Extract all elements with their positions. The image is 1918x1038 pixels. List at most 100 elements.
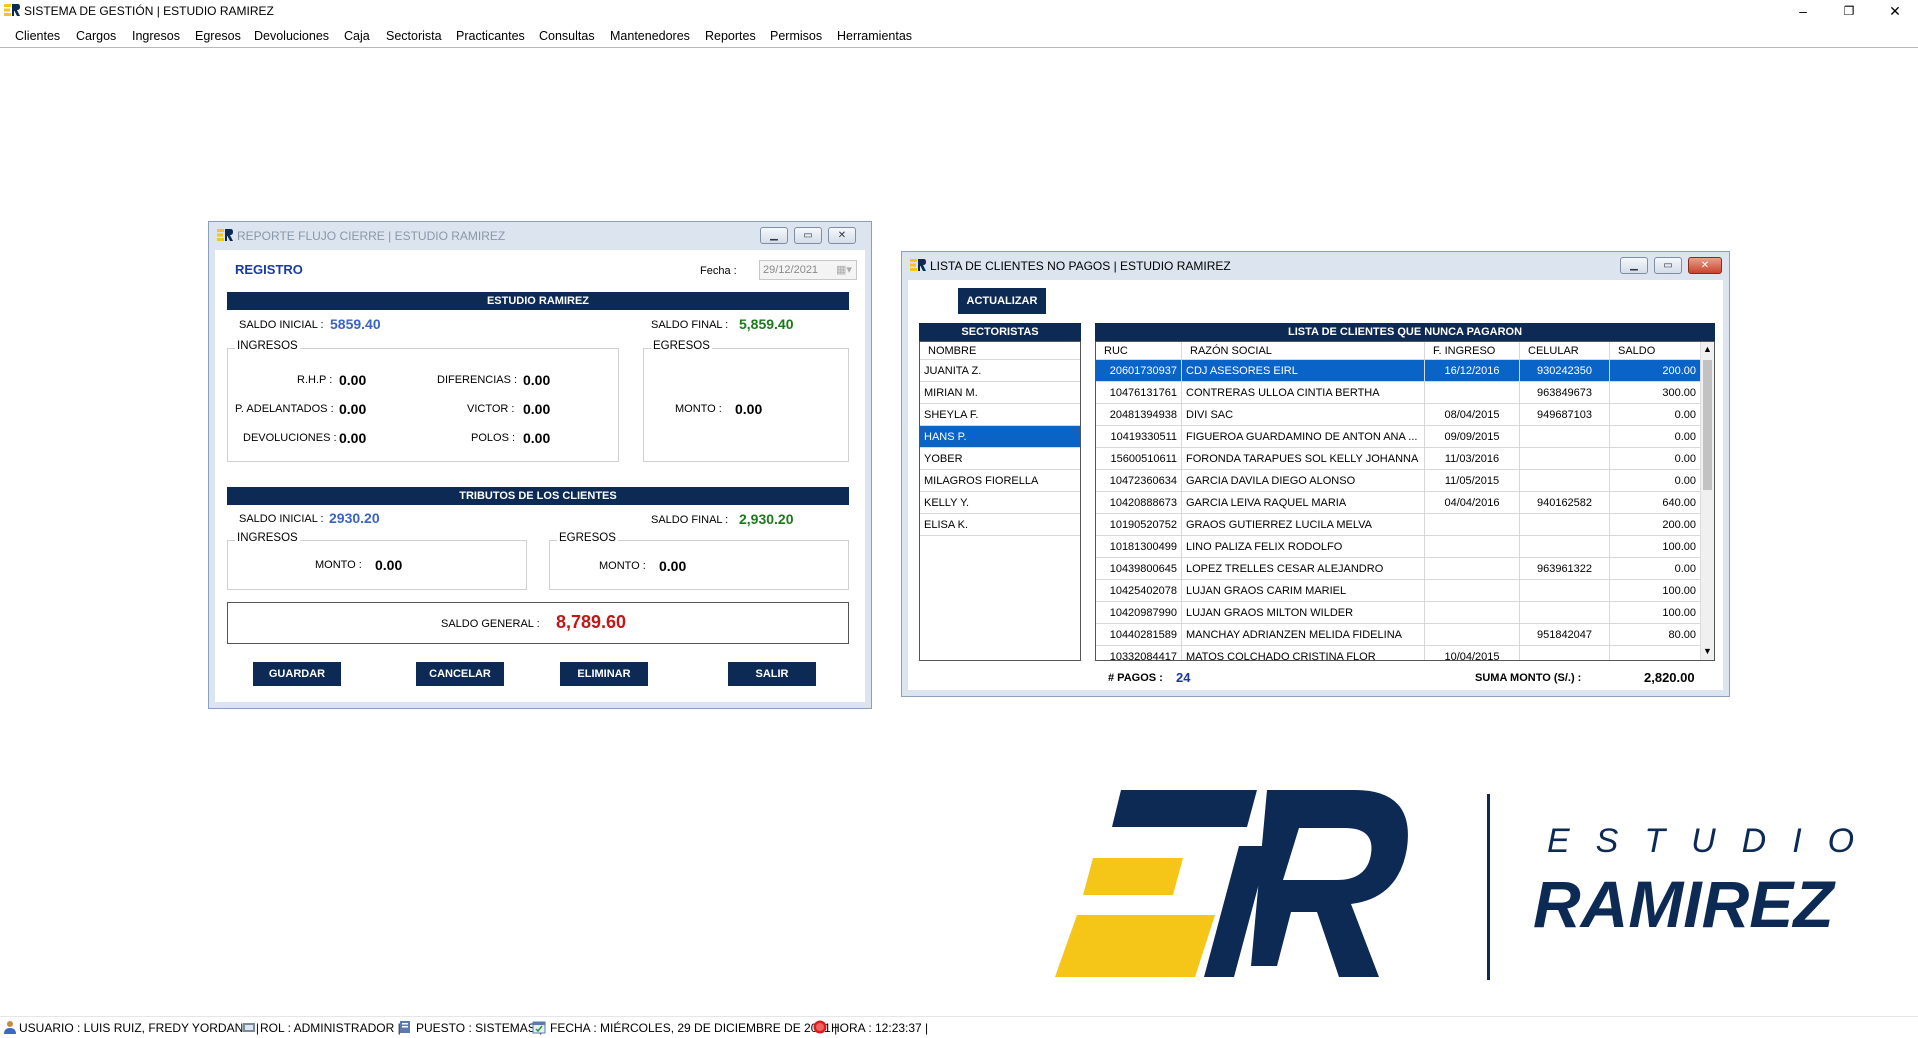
client-row[interactable]: 10181300499 LINO PALIZA FELIX RODOLFO 100.…: [1096, 536, 1700, 558]
pagos-label: # PAGOS :: [1108, 672, 1163, 684]
ruc-cell: 10181300499: [1096, 536, 1182, 558]
minimize-icon[interactable]: –: [1780, 0, 1826, 22]
sectorista-row[interactable]: ELISA K.: [920, 514, 1080, 536]
sectorista-row[interactable]: MIRIAN M.: [920, 382, 1080, 404]
nombre-column-header[interactable]: NOMBRE: [920, 342, 1080, 360]
client-row[interactable]: 10419330511 FIGUEROA GUARDAMINO DE ANTON …: [1096, 426, 1700, 448]
minimize-icon[interactable]: ▁: [1620, 257, 1648, 274]
saldo-general-value: 8,789.60: [556, 612, 627, 632]
status-usuario: USUARIO : LUIS RUIZ, FREDY YORDANO |: [19, 1021, 260, 1035]
menu-cargos[interactable]: Cargos: [72, 27, 120, 45]
maximize-icon[interactable]: ▭: [794, 227, 822, 244]
minimize-icon[interactable]: ▁: [760, 227, 788, 244]
menu-sectorista[interactable]: Sectorista: [382, 27, 446, 45]
f-ingreso-column-header[interactable]: F. INGRESO: [1425, 342, 1520, 360]
saldo-cell: 0.00: [1674, 475, 1696, 487]
celular-column-header[interactable]: CELULAR: [1520, 342, 1610, 360]
menu-devoluciones[interactable]: Devoluciones: [250, 27, 333, 45]
scroll-up-icon[interactable]: ▲: [1703, 344, 1712, 354]
close-icon[interactable]: ✕: [828, 227, 856, 244]
client-row[interactable]: 10472360634 GARCIA DAVILA DIEGO ALONSO 11/…: [1096, 470, 1700, 492]
app-title: SISTEMA DE GESTIÓN | ESTUDIO RAMIREZ: [24, 4, 274, 18]
report-window-caption[interactable]: REPORTE FLUJO CIERRE | ESTUDIO RAMIREZ ▁…: [209, 222, 871, 248]
ruc-cell: 10472360634: [1096, 470, 1182, 492]
tributos-saldo-final-label: SALDO FINAL :: [651, 514, 729, 526]
client-row[interactable]: 10420987990 LUJAN GRAOS MILTON WILDER 100.…: [1096, 602, 1700, 624]
ruc-cell: 10439800645: [1096, 558, 1182, 580]
guardar-button[interactable]: GUARDAR: [253, 662, 341, 686]
razon-social-cell: CONTRERAS ULLOA CINTIA BERTHA: [1182, 382, 1425, 404]
ruc-column-header[interactable]: RUC: [1096, 342, 1182, 360]
celular-cell: 930242350: [1520, 360, 1610, 382]
tributos-egresos-monto-label: MONTO :: [599, 560, 646, 572]
restore-icon[interactable]: ❐: [1826, 0, 1872, 22]
sectorista-row[interactable]: SHEYLA F.: [920, 404, 1080, 426]
menu-mantenedores[interactable]: Mantenedores: [606, 27, 694, 45]
cancelar-button[interactable]: CANCELAR: [416, 662, 504, 686]
tributos-saldo-inicial-label: SALDO INICIAL :: [239, 513, 324, 525]
razon-social-column-header[interactable]: RAZÓN SOCIAL: [1182, 342, 1425, 360]
saldo-general-box: SALDO GENERAL : 8,789.60: [227, 602, 849, 644]
menu-permisos[interactable]: Permisos: [766, 27, 826, 45]
client-row[interactable]: 10425402078 LUJAN GRAOS CARIM MARIEL 100.0…: [1096, 580, 1700, 602]
menu-clientes[interactable]: Clientes: [11, 27, 64, 45]
client-row[interactable]: 10190520752 GRAOS GUTIERREZ LUCILA MELVA 2…: [1096, 514, 1700, 536]
f-ingreso-cell: 11/03/2016: [1425, 448, 1520, 470]
clock-icon: [813, 1020, 827, 1034]
f-ingreso-cell: 09/09/2015: [1425, 426, 1520, 448]
menu-herramientas[interactable]: Herramientas: [833, 27, 916, 45]
sectorista-row[interactable]: HANS P.: [920, 426, 1080, 448]
sectorista-row[interactable]: YOBER: [920, 448, 1080, 470]
diferencias-value: 0.00: [523, 372, 551, 388]
saldo-column-header[interactable]: SALDO: [1610, 342, 1700, 360]
sectorista-row[interactable]: JUANITA Z.: [920, 360, 1080, 382]
actualizar-button[interactable]: ACTUALIZAR: [958, 288, 1046, 314]
celular-cell: [1520, 448, 1610, 470]
saldo-cell: 0.00: [1674, 431, 1696, 443]
close-icon[interactable]: ✕: [1872, 0, 1918, 22]
client-row[interactable]: 20601730937 CDJ ASESORES EIRL 16/12/2016 93…: [1096, 360, 1700, 382]
sectorista-row[interactable]: MILAGROS FIORELLA: [920, 470, 1080, 492]
client-row[interactable]: 20481394938 DIVI SAC 08/04/2015 949687103 0.…: [1096, 404, 1700, 426]
razon-social-cell: GARCIA DAVILA DIEGO ALONSO: [1182, 470, 1425, 492]
scroll-down-icon[interactable]: ▼: [1703, 646, 1712, 656]
eliminar-button[interactable]: ELIMINAR: [560, 662, 648, 686]
sectorista-row[interactable]: KELLY Y.: [920, 492, 1080, 514]
close-icon[interactable]: ✕: [1688, 257, 1722, 274]
menu-egresos[interactable]: Egresos: [191, 27, 245, 45]
client-row[interactable]: 10420888673 GARCIA LEIVA RAQUEL MARIA 04/0…: [1096, 492, 1700, 514]
ruc-cell: 10420888673: [1096, 492, 1182, 514]
clients-body: ACTUALIZAR SECTORISTAS NOMBRE JUANITA Z.…: [908, 280, 1723, 690]
estudio-ramirez-logo: ESTUDIO RAMIREZ: [1055, 790, 1895, 980]
razon-social-cell: DIVI SAC: [1182, 404, 1425, 426]
status-rol: ROL : ADMINISTRADOR |: [260, 1021, 401, 1035]
victor-label: VICTOR :: [467, 403, 515, 415]
client-row[interactable]: 10332084417 MATOS COLCHADO CRISTINA FLOR 1…: [1096, 646, 1700, 660]
scrollbar-thumb[interactable]: [1703, 360, 1712, 490]
status-puesto: PUESTO : SISTEMAS |: [416, 1021, 543, 1035]
fecha-label: Fecha :: [700, 265, 737, 277]
menu-practicantes[interactable]: Practicantes: [452, 27, 529, 45]
client-row[interactable]: 10476131761 CONTRERAS ULLOA CINTIA BERTHA…: [1096, 382, 1700, 404]
salir-button[interactable]: SALIR: [728, 662, 816, 686]
estudio-egresos-title: EGRESOS: [651, 340, 712, 352]
menu-reportes[interactable]: Reportes: [701, 27, 760, 45]
menu-caja[interactable]: Caja: [340, 27, 374, 45]
status-bar: USUARIO : LUIS RUIZ, FREDY YORDANO | ROL…: [0, 1016, 1918, 1038]
razon-social-cell: FORONDA TARAPUES SOL KELLY JOHANNA: [1182, 448, 1425, 470]
client-row[interactable]: 10439800645 LOPEZ TRELLES CESAR ALEJANDRO…: [1096, 558, 1700, 580]
ruc-cell: 10419330511: [1096, 426, 1182, 448]
estudio-saldo-final-label: SALDO FINAL :: [651, 319, 729, 331]
clients-window-caption[interactable]: LISTA DE CLIENTES NO PAGOS | ESTUDIO RAM…: [902, 252, 1729, 278]
ruc-cell: 20481394938: [1096, 404, 1182, 426]
f-ingreso-cell: 11/05/2015: [1425, 470, 1520, 492]
menu-consultas[interactable]: Consultas: [535, 27, 599, 45]
maximize-icon[interactable]: ▭: [1654, 257, 1682, 274]
clients-scrollbar[interactable]: ▲ ▼: [1700, 342, 1714, 660]
menu-ingresos[interactable]: Ingresos: [128, 27, 184, 45]
celular-cell: 963961322: [1520, 558, 1610, 580]
client-row[interactable]: 15600510611 FORONDA TARAPUES SOL KELLY JO…: [1096, 448, 1700, 470]
client-row[interactable]: 10440281589 MANCHAY ADRIANZEN MELIDA FIDE…: [1096, 624, 1700, 646]
fecha-datepicker[interactable]: 29/12/2021 ▦▾: [759, 260, 857, 280]
calendar-icon[interactable]: ▦▾: [836, 263, 852, 276]
